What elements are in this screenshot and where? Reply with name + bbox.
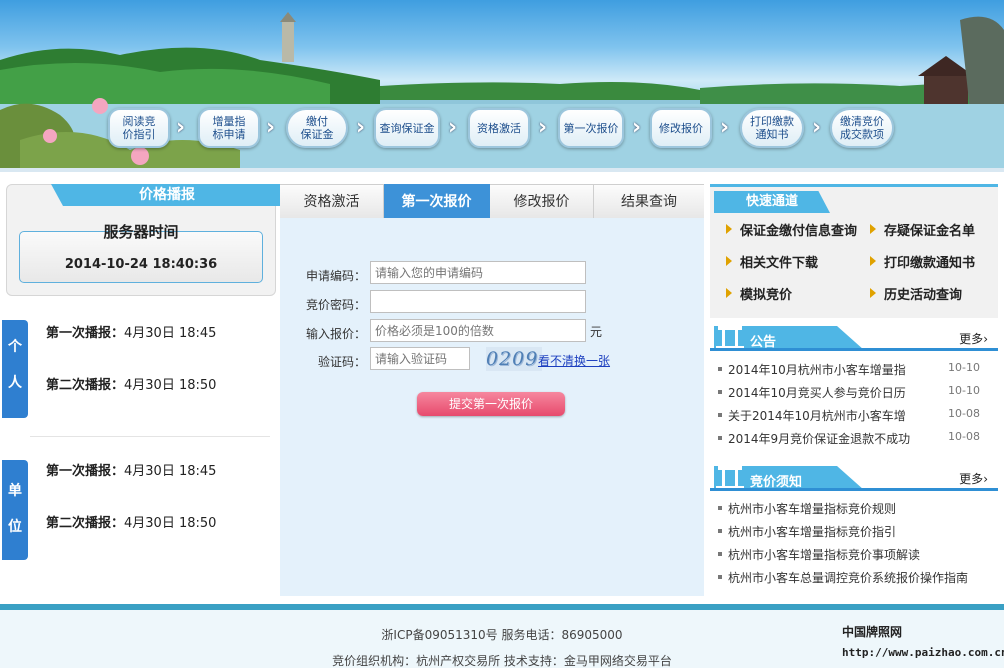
chevron-right-icon: ›	[632, 115, 642, 140]
guide-item[interactable]: 杭州市小客车总量调控竞价系统报价操作指南	[718, 569, 1004, 585]
server-time-box: 价格播报 服务器时间 2014-10-24 18:40:36	[6, 184, 283, 296]
divider	[30, 436, 270, 437]
triangle-bullet-icon	[726, 256, 732, 266]
captcha-input[interactable]	[370, 347, 470, 370]
triangle-bullet-icon	[726, 288, 732, 298]
chevron-right-icon: ›	[812, 115, 822, 140]
bullet-icon	[718, 436, 722, 440]
guide-item[interactable]: 杭州市小客车增量指标竞价指引	[718, 523, 988, 539]
divider	[710, 488, 998, 491]
quick-link-print-notice[interactable]: 打印缴款通知书	[870, 252, 975, 271]
apply-code-input[interactable]	[370, 261, 586, 284]
broadcast-line: 第一次播报：4月30日 18:45	[46, 464, 217, 479]
quick-link-downloads[interactable]: 相关文件下载	[726, 252, 818, 271]
bid-password-row: 竞价密码：	[280, 290, 704, 316]
personal-tab[interactable]: 个 人	[2, 320, 28, 418]
quick-link-simulation[interactable]: 模拟竞价	[726, 284, 792, 303]
triangle-bullet-icon	[870, 288, 876, 298]
quick-access-title: 快速通道	[714, 191, 830, 213]
broadcast-line: 第二次播报：4月30日 18:50	[46, 378, 217, 393]
company-tab[interactable]: 单 位	[2, 460, 28, 560]
bid-password-input[interactable]	[370, 290, 586, 313]
price-unit: 元	[590, 325, 603, 339]
step-qualification-activation[interactable]: 资格激活	[468, 108, 530, 148]
tab-modify-bid[interactable]: 修改报价	[490, 184, 594, 218]
step-query-deposit[interactable]: 查询保证金	[374, 108, 440, 148]
submit-first-bid-button[interactable]: 提交第一次报价	[417, 392, 565, 416]
chevron-right-icon: ›	[266, 115, 276, 140]
bullet-icon	[718, 413, 722, 417]
broadcast-line: 第二次播报：4月30日 18:50	[46, 516, 217, 531]
personal-broadcast: 个 人 第一次播报：4月30日 18:45 第二次播报：4月30日 18:50	[0, 312, 275, 432]
chevron-right-icon: ›	[448, 115, 458, 140]
bullet-icon	[718, 575, 722, 579]
quick-link-doubtful-deposit[interactable]: 存疑保证金名单	[870, 220, 975, 239]
notice-item[interactable]: 2014年10月杭州市小客车增量指 10-10	[718, 361, 988, 377]
price-input[interactable]	[370, 319, 586, 342]
footer: 浙ICP备09051310号 服务电话：86905000 竞价组织机构：杭州产权…	[0, 610, 1004, 668]
chevron-right-icon: ›	[176, 115, 186, 140]
bid-tabs: 资格激活 第一次报价 修改报价 结果查询	[280, 184, 704, 218]
triangle-bullet-icon	[870, 224, 876, 234]
bullet-icon	[718, 552, 722, 556]
watermark-url: http://www.paizhao.com.cn	[842, 646, 1004, 659]
step-first-bid[interactable]: 第一次报价	[558, 108, 624, 148]
notice-item[interactable]: 2014年10月竞买人参与竞价日历 10-10	[718, 384, 988, 400]
bullet-icon	[718, 506, 722, 510]
bullet-icon	[718, 390, 722, 394]
tab-first-bid[interactable]: 第一次报价	[384, 184, 490, 218]
price-broadcast-title: 价格播报	[51, 184, 283, 206]
price-label: 输入报价：	[305, 327, 366, 341]
step-print-notice[interactable]: 打印缴款 通知书	[740, 108, 804, 148]
step-modify-bid[interactable]: 修改报价	[650, 108, 712, 148]
company-broadcast: 单 位 第一次播报：4月30日 18:45 第二次播报：4月30日 18:50	[0, 452, 275, 572]
chevron-right-icon: ›	[983, 472, 988, 486]
watermark-site-name: 中国牌照网	[842, 625, 903, 639]
captcha-label: 验证码：	[317, 355, 366, 369]
quick-access-box: 快速通道 保证金缴付信息查询 存疑保证金名单 相关文件下载 打印缴款通知书 模拟…	[710, 184, 998, 318]
step-read-guide[interactable]: 阅读竞 价指引	[108, 108, 170, 148]
chevron-right-icon: ›	[356, 115, 366, 140]
apply-code-label: 申请编码：	[305, 269, 366, 283]
price-row: 输入报价： 元	[280, 319, 704, 345]
step-pay-balance[interactable]: 缴清竞价 成交款项	[830, 108, 894, 148]
chevron-right-icon: ›	[538, 115, 548, 140]
header-banner: 阅读竞 价指引 › 增量指 标申请 › 缴付 保证金 › 查询保证金 › 资格激…	[0, 0, 1004, 168]
refresh-captcha-link[interactable]: 看不清换一张	[538, 352, 610, 369]
broadcast-line: 第一次播报：4月30日 18:45	[46, 326, 217, 341]
server-time-label: 服务器时间	[103, 223, 179, 241]
chevron-right-icon: ›	[720, 115, 730, 140]
pavilion-icon	[716, 326, 744, 349]
price-broadcast-panel: 价格播报 服务器时间 2014-10-24 18:40:36 个 人 第一次播报…	[0, 180, 283, 598]
step-pay-deposit[interactable]: 缴付 保证金	[286, 108, 348, 148]
guide-item[interactable]: 杭州市小客车增量指标竞价规则	[718, 500, 988, 516]
bid-password-label: 竞价密码：	[305, 298, 366, 312]
notice-item[interactable]: 关于2014年10月杭州市小客车增 10-08	[718, 407, 988, 423]
apply-code-row: 申请编码：	[280, 261, 704, 287]
guide-header: 竞价须知 更多›	[710, 462, 998, 494]
captcha-row: 验证码： 0209 看不清换一张	[280, 347, 704, 373]
captcha-image[interactable]: 0209	[486, 347, 542, 371]
chevron-right-icon: ›	[983, 332, 988, 346]
quick-link-deposit-query[interactable]: 保证金缴付信息查询	[726, 220, 857, 239]
server-time-value: 2014-10-24 18:40:36	[64, 257, 218, 272]
triangle-bullet-icon	[870, 256, 876, 266]
quick-link-history[interactable]: 历史活动查询	[870, 284, 962, 303]
divider	[0, 168, 1004, 172]
tab-result-query[interactable]: 结果查询	[594, 184, 704, 218]
triangle-bullet-icon	[726, 224, 732, 234]
notice-header: 公告 更多›	[710, 322, 998, 354]
notice-item[interactable]: 2014年9月竞价保证金退款不成功 10-08	[718, 430, 988, 446]
right-sidebar: 快速通道 保证金缴付信息查询 存疑保证金名单 相关文件下载 打印缴款通知书 模拟…	[710, 184, 1004, 598]
step-apply-quota[interactable]: 增量指 标申请	[198, 108, 260, 148]
bid-form-panel: 资格激活 第一次报价 修改报价 结果查询 申请编码： 竞价密码： 输入报价： 元…	[280, 184, 704, 596]
notice-more-link[interactable]: 更多›	[959, 330, 988, 347]
bullet-icon	[718, 367, 722, 371]
tab-qualification-activation[interactable]: 资格激活	[280, 184, 384, 218]
bullet-icon	[718, 529, 722, 533]
divider	[710, 348, 998, 351]
guide-more-link[interactable]: 更多›	[959, 470, 988, 487]
guide-item[interactable]: 杭州市小客车增量指标竞价事项解读	[718, 546, 988, 562]
pavilion-icon	[716, 466, 744, 489]
